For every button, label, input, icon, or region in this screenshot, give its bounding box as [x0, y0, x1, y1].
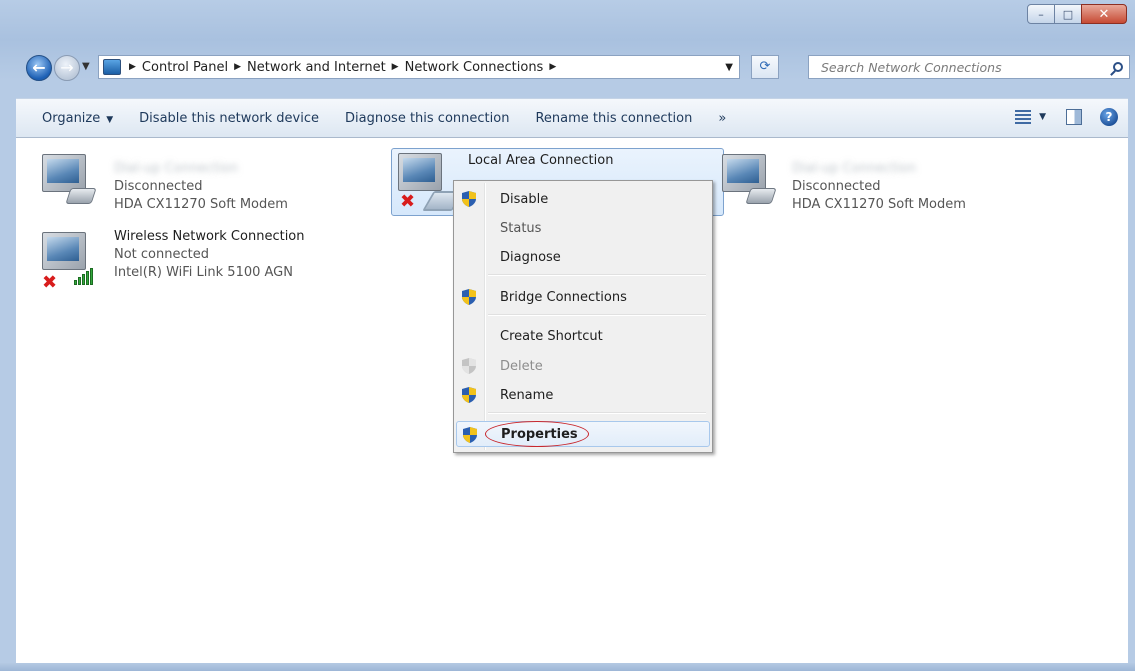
wifi-signal-icon [74, 268, 94, 285]
breadcrumb-separator-icon[interactable]: ▶ [549, 62, 556, 72]
connection-item-modem-1[interactable]: Dial-up Connection Disconnected HDA CX11… [42, 150, 362, 216]
breadcrumb-separator-icon[interactable]: ▶ [129, 62, 136, 72]
search-input[interactable] [819, 58, 1103, 76]
disconnected-x-icon: ✖ [42, 272, 58, 293]
close-button[interactable]: ✕ [1081, 4, 1127, 24]
menu-item-label: Diagnose [500, 249, 561, 265]
context-menu: Disable Status Diagnose Bridge Connectio… [453, 180, 713, 453]
control-panel-icon [103, 59, 121, 75]
breadcrumb-control-panel[interactable]: Control Panel [142, 60, 228, 75]
connection-device: HDA CX11270 Soft Modem [114, 197, 288, 212]
menu-separator [488, 314, 706, 316]
modem-icon [65, 188, 97, 204]
organize-label: Organize [42, 110, 101, 126]
search-box[interactable] [808, 55, 1130, 79]
refresh-icon: ⟳ [759, 59, 771, 74]
chevron-down-icon: ▼ [106, 114, 114, 125]
network-computer-icon [722, 150, 792, 216]
breadcrumb-separator-icon[interactable]: ▶ [392, 62, 399, 72]
connection-status: Disconnected [114, 179, 203, 194]
menu-item-status[interactable]: Status [456, 215, 710, 241]
menu-item-properties[interactable]: Properties [456, 421, 710, 447]
breadcrumb: ▶ Control Panel ▶ Network and Internet ▶… [129, 60, 562, 75]
menu-separator [488, 274, 706, 276]
minimize-button[interactable]: – [1027, 4, 1055, 24]
address-row: ← → ▼ ▶ Control Panel ▶ Network and Inte… [16, 52, 1130, 84]
rename-connection-button[interactable]: Rename this connection [535, 111, 692, 126]
more-commands-button[interactable]: » [718, 111, 726, 126]
uac-shield-icon [462, 358, 476, 374]
uac-shield-icon [463, 427, 477, 443]
forward-arrow-icon: → [60, 58, 74, 77]
window-controls: – □ ✕ [1027, 4, 1127, 24]
network-computer-icon [42, 150, 112, 216]
menu-separator [488, 412, 706, 414]
view-options-chevron-icon[interactable]: ▼ [1039, 112, 1046, 122]
command-bar: Organize ▼ Disable this network device Di… [16, 98, 1128, 138]
menu-item-create-shortcut[interactable]: Create Shortcut [456, 323, 710, 349]
connection-status: Disconnected [792, 179, 881, 194]
connection-device: Intel(R) WiFi Link 5100 AGN [114, 265, 293, 280]
menu-item-label: Delete [500, 358, 543, 374]
menu-item-label: Bridge Connections [500, 289, 627, 305]
connection-device: HDA CX11270 Soft Modem [792, 197, 966, 212]
highlight-circle [485, 421, 589, 447]
menu-item-label: Create Shortcut [500, 328, 603, 344]
search-icon[interactable] [1113, 62, 1123, 72]
preview-pane-icon[interactable] [1066, 109, 1082, 125]
connection-name: Dial-up Connection [114, 161, 239, 176]
modem-icon [745, 188, 777, 204]
menu-item-label: Rename [500, 387, 554, 403]
address-bar[interactable]: ▶ Control Panel ▶ Network and Internet ▶… [98, 55, 740, 79]
disconnected-x-icon: ✖ [400, 191, 416, 212]
address-dropdown-icon[interactable]: ▼ [725, 62, 733, 73]
refresh-button[interactable]: ⟳ [751, 55, 779, 79]
breadcrumb-network-and-internet[interactable]: Network and Internet [247, 60, 386, 75]
help-icon[interactable]: ? [1100, 108, 1118, 126]
menu-item-label: Disable [500, 191, 549, 207]
window-bottom-border [0, 663, 1135, 671]
menu-item-disable[interactable]: Disable [456, 186, 710, 212]
menu-item-rename[interactable]: Rename [456, 382, 710, 408]
breadcrumb-network-connections[interactable]: Network Connections [405, 60, 544, 75]
menu-item-diagnose[interactable]: Diagnose [456, 244, 710, 270]
change-view-icon[interactable] [1015, 110, 1032, 124]
network-computer-icon: ✖ [42, 228, 112, 294]
connection-item-wireless[interactable]: ✖ Wireless Network Connection Not connec… [42, 228, 362, 294]
menu-item-delete: Delete [456, 353, 710, 379]
recent-pages-chevron-icon[interactable]: ▼ [82, 61, 92, 72]
back-button[interactable]: ← [26, 55, 52, 81]
menu-item-label: Status [500, 220, 542, 236]
connection-name: Dial-up Connection [792, 161, 917, 176]
view-controls: ▼ ? [1015, 108, 1118, 126]
uac-shield-icon [462, 387, 476, 403]
explorer-window: – □ ✕ ← → ▼ ▶ Control Panel ▶ Network an… [0, 0, 1135, 671]
connection-status: Not connected [114, 247, 209, 262]
organize-menu[interactable]: Organize ▼ [42, 111, 113, 126]
diagnose-connection-button[interactable]: Diagnose this connection [345, 111, 509, 126]
uac-shield-icon [462, 289, 476, 305]
maximize-button[interactable]: □ [1054, 4, 1082, 24]
breadcrumb-separator-icon[interactable]: ▶ [234, 62, 241, 72]
forward-button[interactable]: → [54, 55, 80, 81]
back-arrow-icon: ← [32, 58, 46, 77]
connection-name: Local Area Connection [468, 153, 614, 168]
menu-item-bridge-connections[interactable]: Bridge Connections [456, 284, 710, 310]
uac-shield-icon [462, 191, 476, 207]
connection-item-modem-2[interactable]: Dial-up Connection Disconnected HDA CX11… [722, 150, 1042, 216]
title-bar [0, 0, 1135, 38]
connection-name: Wireless Network Connection [114, 229, 305, 244]
disable-device-button[interactable]: Disable this network device [139, 111, 319, 126]
